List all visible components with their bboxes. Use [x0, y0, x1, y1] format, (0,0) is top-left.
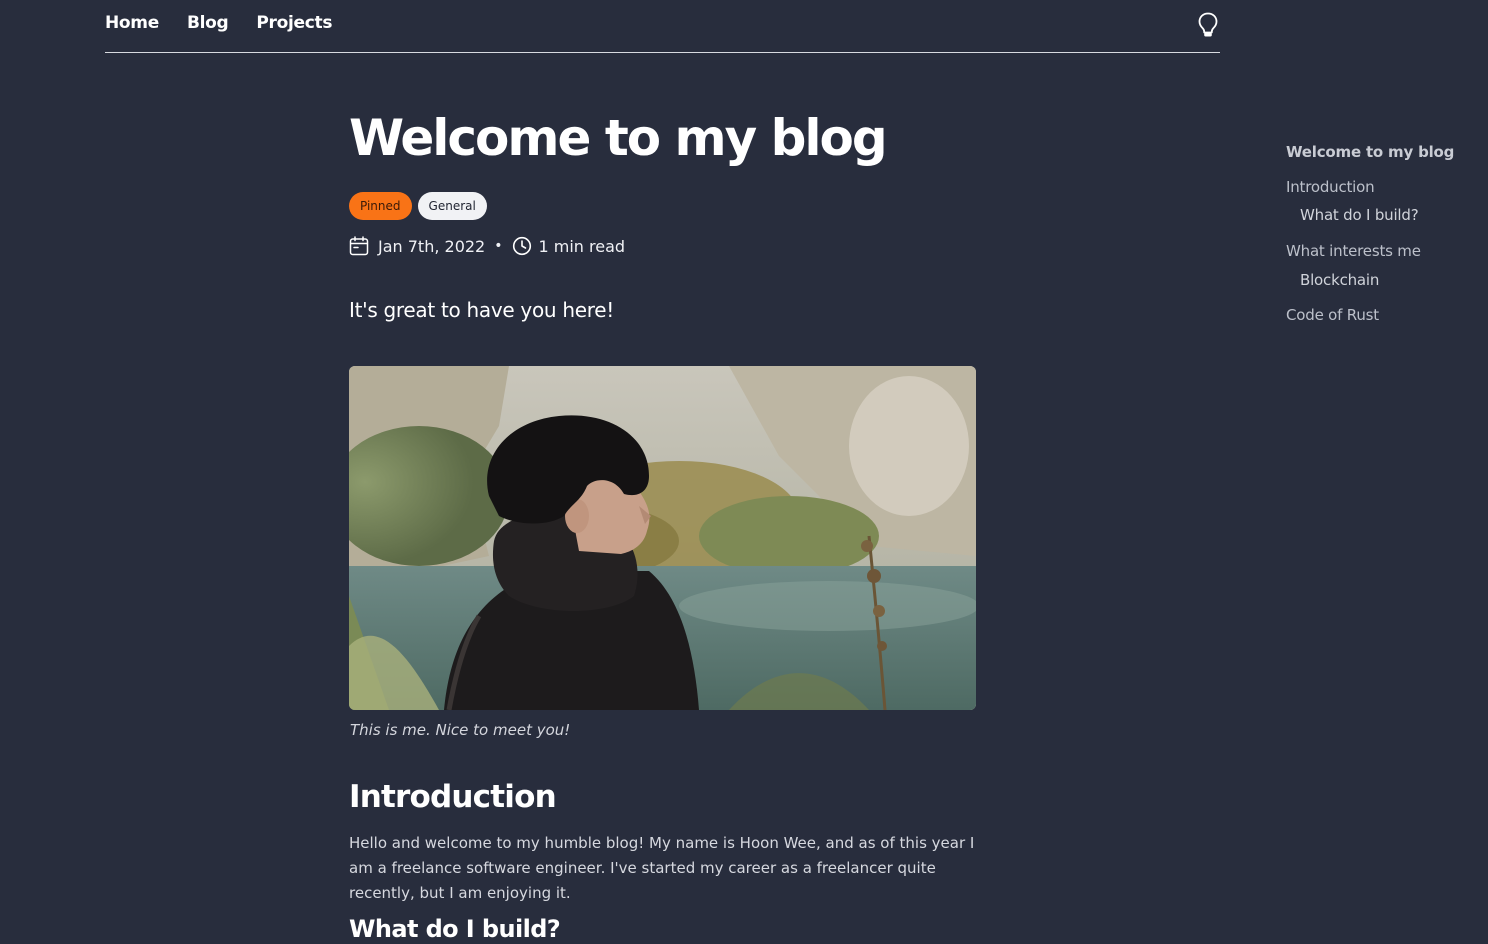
- toc-item-welcome[interactable]: Welcome to my blog: [1286, 143, 1476, 161]
- image-caption: This is me. Nice to meet you!: [350, 721, 571, 739]
- clock-icon: [512, 236, 531, 256]
- tag-pinned[interactable]: Pinned: [349, 192, 412, 220]
- post-read-time: 1 min read: [538, 236, 626, 256]
- lightbulb-icon: [1198, 12, 1218, 37]
- introduction-paragraph: Hello and welcome to my humble blog! My …: [349, 834, 975, 902]
- theme-toggle-button[interactable]: [1196, 11, 1220, 39]
- nav-link-projects[interactable]: Projects: [256, 13, 332, 33]
- post-date: Jan 7th, 2022: [378, 236, 486, 256]
- hero-image: [349, 366, 976, 710]
- portrait-photo: [349, 366, 976, 710]
- post-meta: Jan 7th, 2022 • 1 min read: [349, 234, 976, 258]
- toc-item-what-do-i-build[interactable]: What do I build?: [1300, 206, 1476, 224]
- post-lead: It's great to have you here!: [349, 298, 614, 322]
- blog-post: Welcome to my blog Pinned General Jan 7t…: [349, 100, 976, 944]
- top-nav: Home Blog Projects: [105, 0, 1220, 53]
- nav-link-blog[interactable]: Blog: [187, 13, 229, 33]
- calendar-icon: [349, 236, 369, 256]
- heading-introduction: Introduction: [349, 779, 557, 815]
- toc-item-what-interests-me[interactable]: What interests me: [1286, 242, 1476, 260]
- tag-general[interactable]: General: [417, 192, 487, 220]
- toc-item-code-of-rust[interactable]: Code of Rust: [1286, 306, 1476, 324]
- post-tags: Pinned General: [349, 192, 976, 220]
- meta-separator: •: [494, 238, 503, 254]
- nav-link-home[interactable]: Home: [105, 13, 159, 33]
- toc-item-introduction[interactable]: Introduction: [1286, 178, 1476, 196]
- table-of-contents: Welcome to my blog Introduction What do …: [1286, 143, 1476, 324]
- heading-what-do-i-build: What do I build?: [349, 915, 561, 943]
- nav-links: Home Blog Projects: [105, 13, 333, 33]
- post-title: Welcome to my blog: [349, 109, 888, 167]
- hero-figure: This is me. Nice to meet you!: [349, 366, 976, 739]
- toc-item-blockchain[interactable]: Blockchain: [1300, 271, 1476, 289]
